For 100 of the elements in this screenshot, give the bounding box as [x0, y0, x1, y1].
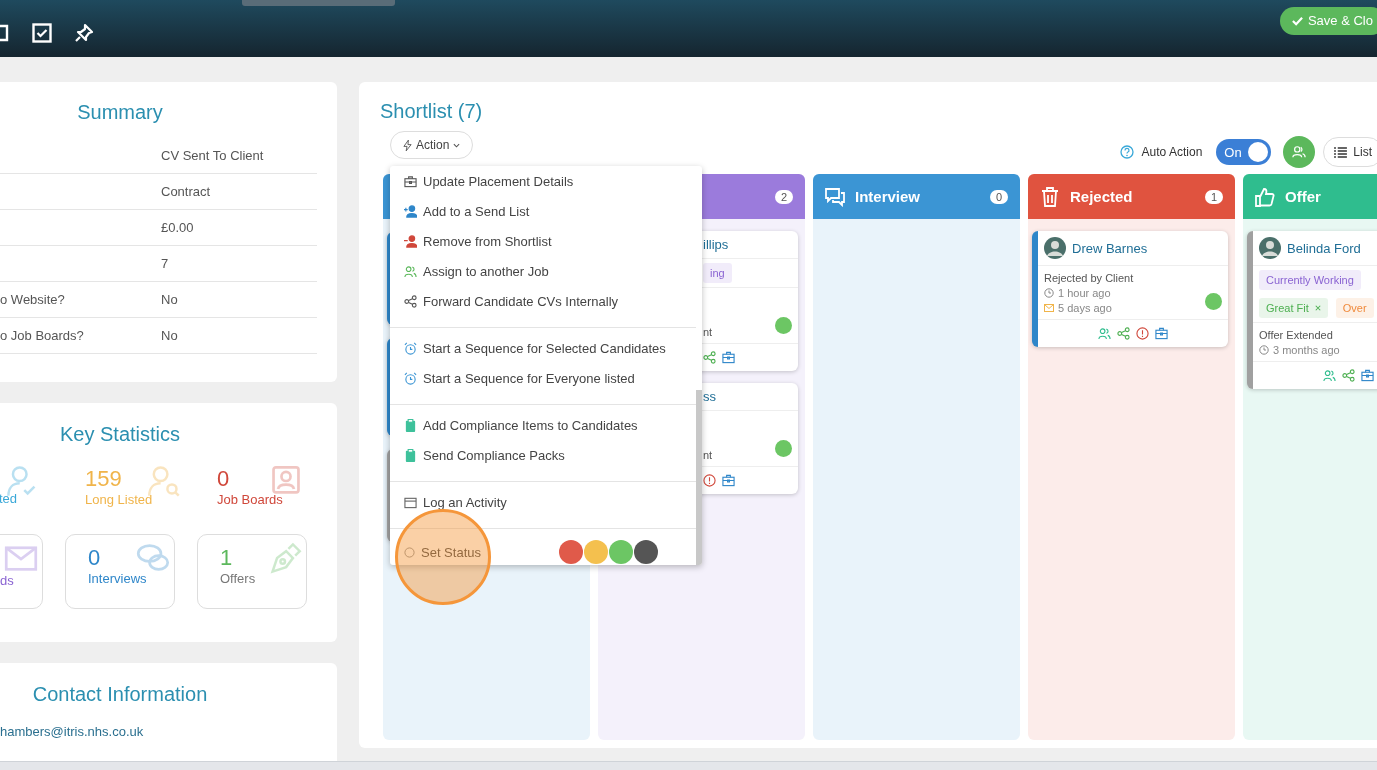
column-title: Offer: [1285, 188, 1322, 205]
checkbox-icon[interactable]: [32, 22, 52, 43]
menu-item[interactable]: Remove from Shortlist: [390, 226, 696, 256]
stat-label: Offers: [220, 571, 256, 586]
pen-icon: [268, 541, 302, 575]
menu-item[interactable]: Add Compliance Items to Candidates: [390, 410, 696, 440]
share-icon[interactable]: [703, 351, 716, 364]
card-title: Key Statistics: [58, 422, 181, 447]
users-icon[interactable]: [1322, 369, 1336, 382]
field-label: o Website?: [0, 292, 65, 307]
circle-icon: [404, 546, 415, 558]
tag[interactable]: ing: [703, 263, 732, 283]
users-icon: [404, 264, 417, 278]
candidate-name[interactable]: ss: [703, 389, 716, 404]
column-title: Rejected: [1070, 188, 1134, 205]
count-badge: 0: [989, 189, 1008, 204]
stage-status: Rejected by Client: [1044, 272, 1135, 284]
stat-tile[interactable]: ds: [0, 534, 43, 609]
field-value: Contract: [161, 184, 211, 199]
field-value: No: [161, 292, 178, 307]
calendar-icon: [404, 495, 417, 509]
stat-label: Long Listed: [85, 492, 153, 507]
briefcase-icon: [404, 174, 417, 188]
time-ago: 1 hour ago: [1058, 287, 1111, 299]
menu-item[interactable]: Add to a Send List: [390, 196, 696, 226]
stat-value: 159: [85, 466, 123, 492]
action-button[interactable]: Action: [390, 131, 474, 159]
count-badge: 2: [774, 189, 793, 204]
stat-tile[interactable]: 0 Interviews: [65, 534, 175, 609]
briefcase-icon[interactable]: [1360, 369, 1374, 382]
stage-status: nt: [703, 326, 714, 338]
status-color-swatch[interactable]: [559, 540, 583, 564]
stage-status: nt: [703, 449, 714, 461]
candidate-name[interactable]: illips: [703, 237, 729, 252]
time-ago: 5 days ago: [1058, 302, 1112, 314]
field-value: No: [161, 328, 178, 343]
share-icon[interactable]: [1341, 369, 1355, 382]
menu-item[interactable]: Send Compliance Packs: [390, 440, 696, 470]
briefcase-icon[interactable]: [1155, 327, 1168, 340]
auto-action-label: Auto Action: [1141, 145, 1203, 159]
candidate-name[interactable]: Drew Barnes: [1072, 240, 1148, 256]
alert-icon[interactable]: [703, 474, 716, 487]
email-address[interactable]: hambers@itris.nhs.co.uk: [0, 724, 144, 739]
stat-value: 1: [220, 545, 234, 571]
menu-item[interactable]: Forward Candidate CVs Internally: [390, 286, 696, 316]
status-color-swatch[interactable]: [609, 540, 633, 564]
clipboard-icon: [404, 418, 417, 432]
menu-item[interactable]: Start a Sequence for Selected Candidates: [390, 333, 696, 363]
add-user-icon: [404, 204, 417, 218]
stat-label: ds: [0, 573, 14, 588]
stat-label: ted: [0, 491, 18, 506]
field-value: £0.00: [161, 220, 194, 235]
candidate-name[interactable]: Belinda Ford: [1287, 240, 1361, 256]
card-title: Contact Information: [31, 682, 209, 707]
alarm-clock-icon: [404, 371, 417, 385]
stat-tile[interactable]: 1 Offers: [197, 534, 307, 609]
menu-item[interactable]: Start a Sequence for Everyone listed: [390, 363, 696, 393]
set-status-item[interactable]: Set Status: [390, 537, 495, 565]
users-icon: [1292, 145, 1307, 159]
trash-icon: [1040, 186, 1060, 207]
users-icon[interactable]: [1098, 327, 1111, 340]
column-title: Interview: [855, 188, 922, 205]
card-title: Summary: [76, 100, 164, 125]
alert-icon[interactable]: [1136, 327, 1149, 340]
menu-item[interactable]: Log an Activity: [390, 487, 696, 517]
status-color-swatch[interactable]: [634, 540, 658, 564]
field-value: 7: [161, 256, 169, 271]
status-color-swatch[interactable]: [584, 540, 608, 564]
close-icon[interactable]: [1314, 305, 1321, 311]
count-badge: 1: [1204, 189, 1223, 204]
stat-label: Job Boards: [217, 492, 283, 507]
list-view-button[interactable]: List: [1323, 137, 1377, 167]
stat-value: 0: [88, 545, 102, 571]
candidate-card[interactable]: Drew Barnes Rejected by Client 1 hour ago 5 days ago: [1032, 231, 1228, 347]
candidate-card[interactable]: Belinda Ford Currently Working Great Fit Over Offer Extended 3 months ago: [1247, 231, 1377, 389]
scrollbar-thumb[interactable]: [696, 390, 702, 565]
clipboard-icon: [404, 448, 417, 462]
remove-user-icon: [404, 234, 417, 248]
briefcase-icon[interactable]: [722, 474, 735, 487]
help-icon[interactable]: [1119, 145, 1134, 159]
share-icon[interactable]: [1117, 327, 1130, 340]
menu-item[interactable]: Update Placement Details: [390, 166, 696, 196]
share-icon: [404, 294, 417, 308]
menu-item[interactable]: Assign to another Job: [390, 256, 696, 286]
check-icon: [1291, 15, 1303, 26]
stat-label: Interviews: [88, 571, 147, 586]
briefcase-icon[interactable]: [722, 351, 735, 364]
candidates-button[interactable]: [1283, 136, 1316, 168]
field-value: CV Sent To Client: [161, 148, 264, 163]
clock-icon: [1044, 288, 1054, 298]
lightning-icon: [403, 139, 412, 151]
stat-value: 0: [217, 466, 231, 492]
chat-icon: [825, 186, 845, 207]
auto-action-toggle[interactable]: On: [1216, 139, 1272, 165]
pin-icon[interactable]: [74, 22, 94, 43]
stage-status: Offer Extended: [1259, 329, 1334, 341]
tag[interactable]: Currently Working: [1259, 270, 1361, 290]
alarm-clock-icon: [404, 341, 417, 355]
thumbs-up-icon: [1255, 186, 1275, 207]
list-icon: [1334, 146, 1348, 158]
